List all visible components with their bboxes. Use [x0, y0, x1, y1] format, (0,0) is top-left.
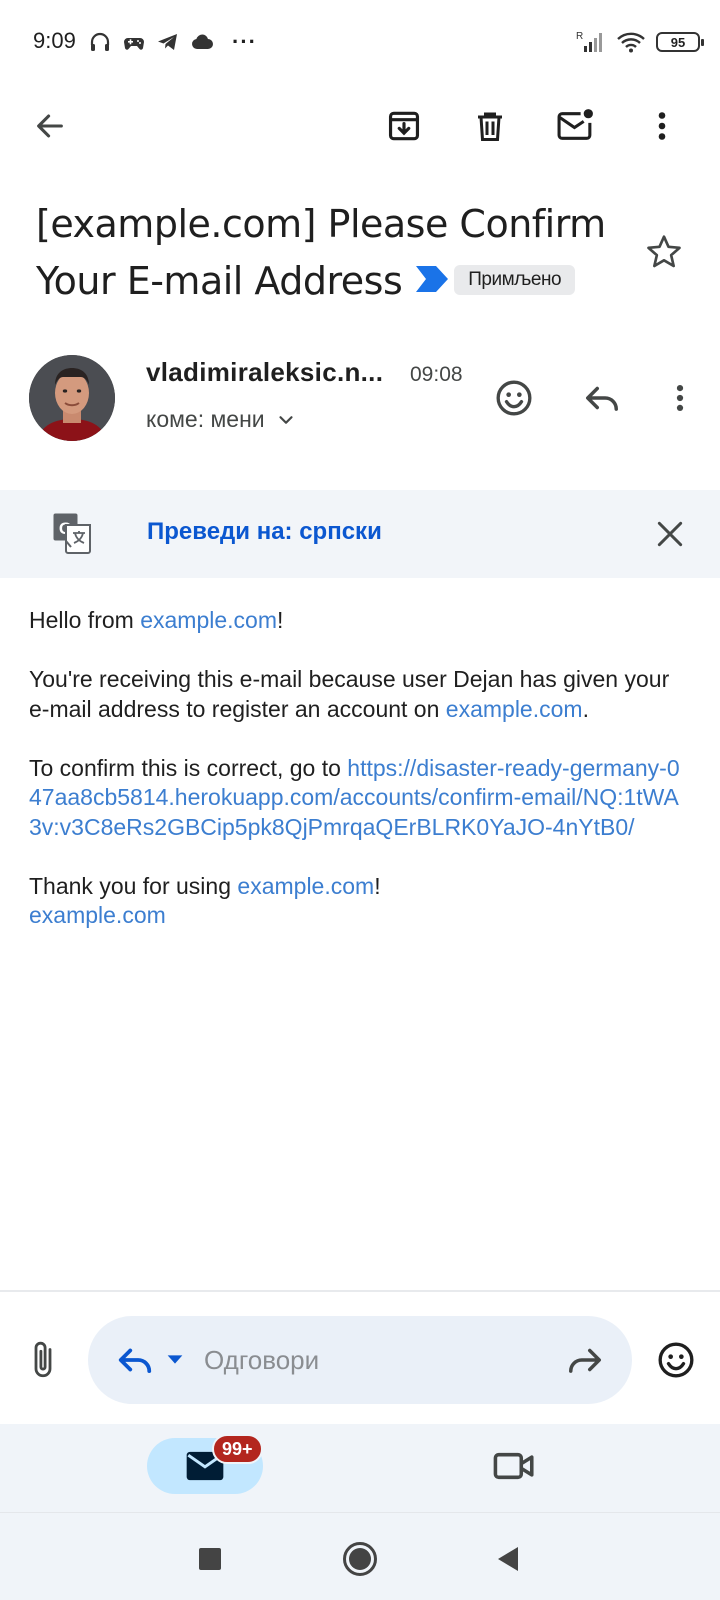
- mark-unread-icon: [557, 109, 593, 140]
- email-toolbar: [0, 90, 720, 162]
- body-paragraph-confirm: To confirm this is correct, go to https:…: [29, 754, 689, 843]
- sender-photo: [29, 355, 115, 441]
- back-arrow-icon: [37, 114, 63, 138]
- home-button[interactable]: [336, 1535, 384, 1583]
- notification-icons: ···: [88, 28, 257, 56]
- forward-button[interactable]: [562, 1338, 608, 1382]
- recipient-details[interactable]: коме: мени: [146, 406, 297, 433]
- reply-icon: [118, 1348, 152, 1373]
- unread-count-badge: 99+: [212, 1434, 263, 1464]
- more-notifications-indicator: ···: [232, 29, 257, 54]
- system-icons: R 95: [576, 28, 704, 56]
- body-link[interactable]: example.com: [446, 696, 583, 722]
- forward-icon: [569, 1348, 601, 1373]
- archive-button[interactable]: [378, 100, 430, 152]
- email-body: Hello from example.com! You're receiving…: [29, 606, 689, 931]
- reply-icon: [586, 386, 618, 411]
- recipient-text: коме: мени: [146, 406, 265, 432]
- attachment-icon: [34, 1341, 52, 1378]
- archive-icon: [388, 111, 420, 141]
- reply-mode-button[interactable]: [112, 1338, 158, 1382]
- home-circle-icon: [343, 1542, 377, 1576]
- emoji-icon: [658, 1342, 694, 1378]
- reply-input[interactable]: [204, 1342, 534, 1378]
- back-triangle-icon: [498, 1547, 518, 1571]
- importance-marker[interactable]: [416, 251, 449, 308]
- star-icon: [647, 235, 681, 268]
- reply-button[interactable]: [576, 372, 628, 424]
- google-translate-icon: G: [52, 512, 92, 559]
- more-options-button[interactable]: [636, 100, 688, 152]
- recents-square-icon: [199, 1548, 221, 1570]
- body-paragraph-reason: You're receiving this e-mail because use…: [29, 665, 689, 724]
- body-link[interactable]: example.com: [140, 607, 277, 633]
- attach-button[interactable]: [20, 1334, 66, 1386]
- reply-mode-dropdown[interactable]: [164, 1348, 186, 1375]
- confirm-text: To confirm this is correct, go to: [29, 754, 348, 781]
- reply-composer[interactable]: [88, 1316, 632, 1404]
- system-navigation-bar: [0, 1512, 720, 1600]
- emoji-icon: [496, 380, 532, 416]
- signature-link[interactable]: example.com: [29, 902, 166, 928]
- reason-suffix: .: [582, 695, 589, 722]
- sender-avatar[interactable]: [29, 355, 115, 441]
- sender-name[interactable]: vladimiraleksic.n...: [146, 357, 396, 388]
- reaction-button[interactable]: [652, 1336, 700, 1384]
- status-time: 9:09: [33, 28, 76, 53]
- recents-button[interactable]: [186, 1535, 234, 1583]
- body-link[interactable]: example.com: [237, 873, 374, 899]
- close-translate-button[interactable]: [646, 510, 694, 558]
- chevron-down-icon: [279, 415, 293, 424]
- back-button[interactable]: [24, 100, 76, 152]
- greeting-text: Hello from: [29, 607, 141, 633]
- thanks-suffix: !: [374, 872, 381, 899]
- greeting-suffix: !: [276, 607, 284, 633]
- caret-down-icon: [167, 1355, 183, 1364]
- importance-marker-icon: [416, 266, 449, 292]
- more-vert-icon: [676, 384, 684, 412]
- status-bar: 9:09 ··· R 95: [0, 0, 720, 86]
- body-paragraph-thanks: Thank you for using example.com!: [29, 872, 689, 902]
- trash-icon: [478, 112, 502, 141]
- wifi-icon: [617, 32, 645, 53]
- divider: [0, 1290, 720, 1292]
- signature: example.com: [29, 901, 689, 931]
- translate-link[interactable]: Преведи на: српски: [147, 518, 382, 546]
- thanks-text: Thank you for using: [29, 872, 238, 899]
- bottom-navigation: 99+: [0, 1424, 720, 1512]
- roaming-label: R: [576, 31, 583, 42]
- headphones-icon: [90, 32, 110, 51]
- gamepad-icon: [124, 38, 144, 50]
- mark-unread-button[interactable]: [550, 100, 602, 152]
- close-icon: [657, 521, 683, 547]
- translate-bar: G Преведи на: српски: [0, 490, 720, 578]
- star-button[interactable]: [642, 230, 686, 274]
- meet-tab[interactable]: [484, 1440, 544, 1492]
- more-vert-icon: [658, 112, 666, 140]
- delete-button[interactable]: [464, 100, 516, 152]
- email-subject: [example.com] Please Confirm Your E-mail…: [36, 196, 636, 312]
- signal-icon: R: [576, 31, 602, 52]
- message-more-button[interactable]: [654, 372, 706, 424]
- add-reaction-button[interactable]: [488, 372, 540, 424]
- telegram-icon: [158, 34, 177, 50]
- inbox-label-chip[interactable]: Примљено: [454, 264, 576, 295]
- video-camera-icon: [493, 1452, 534, 1480]
- battery-indicator: 95: [656, 32, 704, 52]
- email-time: 09:08: [410, 363, 463, 386]
- system-back-button[interactable]: [484, 1535, 532, 1583]
- body-paragraph-greeting: Hello from example.com!: [29, 606, 689, 636]
- cloud-icon: [192, 34, 213, 49]
